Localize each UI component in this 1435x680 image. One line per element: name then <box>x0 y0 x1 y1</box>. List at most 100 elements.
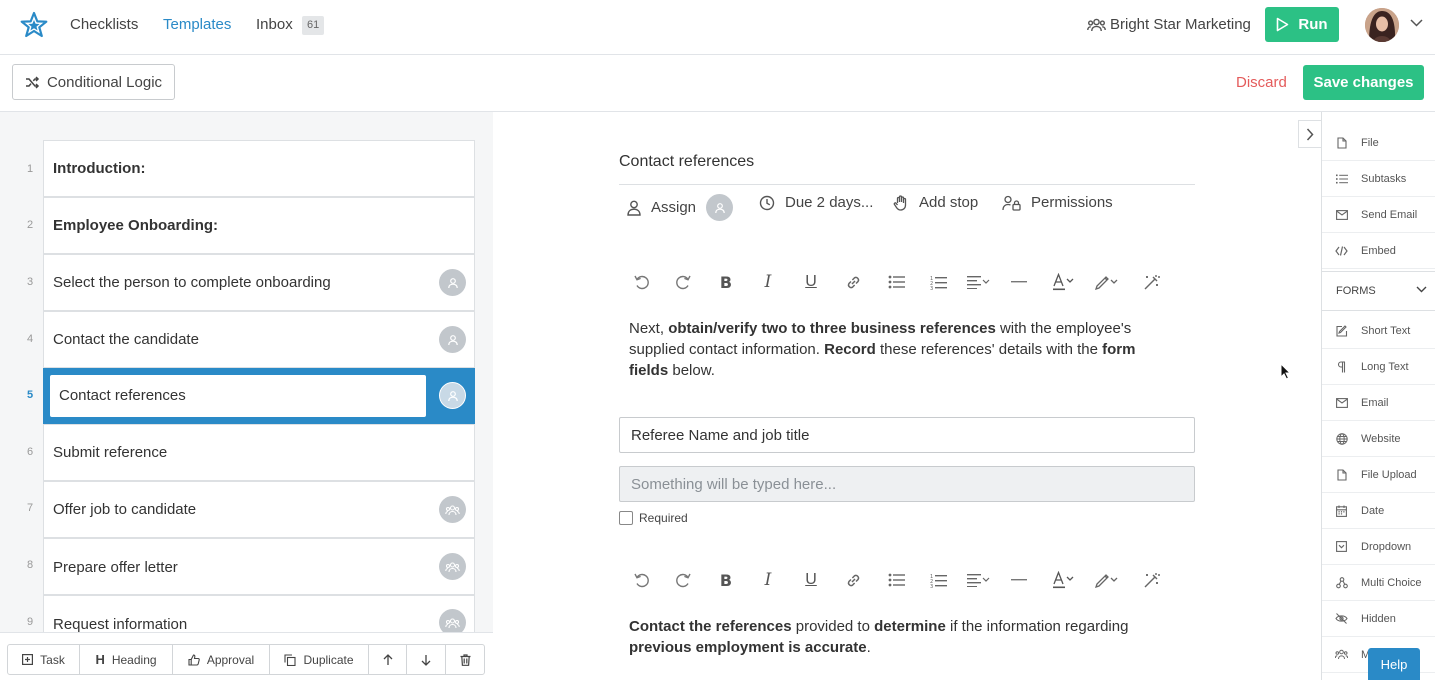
conditional-logic-label: Conditional Logic <box>46 73 163 91</box>
task-item-prepare-offer[interactable]: Prepare offer letter <box>43 538 475 595</box>
palette-item-short-text[interactable]: Short Text <box>1322 313 1435 349</box>
numbered-list-icon[interactable]: 123 <box>926 568 950 592</box>
task-item-employee-onboarding[interactable]: Employee Onboarding: <box>43 197 475 254</box>
task-item-submit-reference[interactable]: Submit reference <box>43 424 475 481</box>
nav-checklists[interactable]: Checklists <box>70 16 138 33</box>
logo-star-icon[interactable] <box>20 11 48 39</box>
link-icon[interactable] <box>841 568 865 592</box>
text-run-bold: previous employment is accurate <box>629 639 867 656</box>
add-stop-button[interactable]: Add stop <box>893 194 978 211</box>
task-outline-panel: 1 Introduction: 2 Employee Onboarding: 3… <box>0 112 493 680</box>
permissions-button[interactable]: Permissions <box>1002 194 1113 211</box>
undo-icon[interactable] <box>629 568 653 592</box>
add-task-button[interactable]: Task <box>7 644 80 675</box>
palette-item-hidden[interactable]: Hidden <box>1322 601 1435 637</box>
palette-item-label: Dropdown <box>1361 540 1412 553</box>
nav-templates[interactable]: Templates <box>163 16 231 33</box>
palette-item-file-upload[interactable]: File Upload <box>1322 457 1435 493</box>
align-dropdown-icon[interactable] <box>964 270 994 294</box>
add-heading-button[interactable]: H Heading <box>79 644 173 675</box>
required-checkbox[interactable]: Required <box>619 511 688 525</box>
bullet-list-icon[interactable] <box>884 568 908 592</box>
duplicate-button[interactable]: Duplicate <box>269 644 369 675</box>
italic-icon[interactable]: I <box>756 270 780 294</box>
horizontal-rule-icon[interactable] <box>1007 270 1031 294</box>
task-item-introduction[interactable]: Introduction: <box>43 140 475 197</box>
thumbs-up-icon <box>188 653 200 666</box>
horizontal-rule-icon[interactable] <box>1007 568 1031 592</box>
palette-item-subtasks[interactable]: Subtasks <box>1322 161 1435 197</box>
help-button[interactable]: Help <box>1368 648 1420 680</box>
organization-switcher[interactable]: Bright Star Marketing <box>1087 16 1251 33</box>
redo-icon[interactable] <box>671 270 695 294</box>
task-item-contact-references[interactable]: Contact references <box>43 368 475 424</box>
assign-button[interactable]: Assign <box>627 194 734 221</box>
move-down-button[interactable] <box>406 644 446 675</box>
palette-item-date[interactable]: Date <box>1322 493 1435 529</box>
task-description-text[interactable]: Contact the references provided to deter… <box>629 616 1169 658</box>
calendar-icon <box>1322 505 1361 517</box>
task-title-input[interactable]: Contact references <box>50 375 426 417</box>
numbered-list-icon[interactable]: 123 <box>926 270 950 294</box>
clock-icon <box>759 195 775 210</box>
form-field-preview-input[interactable]: Something will be typed here... <box>619 466 1195 502</box>
link-icon[interactable] <box>841 270 865 294</box>
task-description-text[interactable]: Next, obtain/verify two to three busines… <box>629 318 1169 381</box>
forms-section-header[interactable]: FORMS <box>1322 271 1435 311</box>
assignee-group-icon[interactable] <box>439 553 466 580</box>
redo-icon[interactable] <box>671 568 695 592</box>
clear-format-icon[interactable] <box>1139 270 1163 294</box>
task-item-offer-job[interactable]: Offer job to candidate <box>43 481 475 538</box>
file-icon <box>1322 136 1361 149</box>
bullet-list-icon[interactable] <box>884 270 908 294</box>
align-dropdown-icon[interactable] <box>964 568 994 592</box>
palette-item-embed[interactable]: Embed <box>1322 233 1435 269</box>
italic-icon[interactable]: I <box>756 568 780 592</box>
palette-item-label: Subtasks <box>1361 172 1407 185</box>
checkbox[interactable] <box>619 511 633 525</box>
palette-item-email[interactable]: Email <box>1322 385 1435 421</box>
assignee-user-icon[interactable] <box>439 382 466 409</box>
highlight-icon[interactable] <box>1092 270 1122 294</box>
save-changes-button[interactable]: Save changes <box>1303 65 1424 100</box>
discard-button[interactable]: Discard <box>1236 74 1287 91</box>
assignee-group-icon[interactable] <box>439 496 466 523</box>
clear-format-icon[interactable] <box>1139 568 1163 592</box>
undo-icon[interactable] <box>629 270 653 294</box>
task-item-select-person[interactable]: Select the person to complete onboarding <box>43 254 475 311</box>
text-color-icon[interactable] <box>1049 270 1079 294</box>
collapse-panel-button[interactable] <box>1298 120 1321 148</box>
palette-item-website[interactable]: Website <box>1322 421 1435 457</box>
palette-item-long-text[interactable]: Long Text <box>1322 349 1435 385</box>
palette-item-multi-choice[interactable]: Multi Choice <box>1322 565 1435 601</box>
palette-item-file[interactable]: File <box>1322 125 1435 161</box>
assign-label: Assign <box>651 199 697 216</box>
bold-icon[interactable]: B <box>714 568 738 592</box>
move-up-button[interactable] <box>368 644 407 675</box>
palette-item-send-email[interactable]: Send Email <box>1322 197 1435 233</box>
underline-icon[interactable]: U <box>799 270 823 294</box>
assignee-placeholder-icon[interactable] <box>706 194 734 221</box>
assignee-user-icon[interactable] <box>439 269 466 296</box>
highlight-icon[interactable] <box>1092 568 1122 592</box>
step-title[interactable]: Contact references <box>619 153 754 171</box>
task-label: Introduction: <box>53 160 146 177</box>
nav-inbox[interactable]: Inbox <box>256 16 293 33</box>
bold-icon[interactable]: B <box>714 270 738 294</box>
underline-icon[interactable]: U <box>799 568 823 592</box>
chevron-down-icon[interactable] <box>1410 19 1423 27</box>
add-approval-button[interactable]: Approval <box>172 644 270 675</box>
form-field-label-input[interactable]: Referee Name and job title <box>619 417 1195 453</box>
delete-button[interactable] <box>445 644 485 675</box>
task-number: 9 <box>26 616 34 628</box>
task-item-contact-candidate[interactable]: Contact the candidate <box>43 311 475 368</box>
text-color-icon[interactable] <box>1049 568 1079 592</box>
task-label: Request information <box>53 616 188 633</box>
due-date-button[interactable]: Due 2 days... <box>759 194 873 211</box>
palette-item-dropdown[interactable]: Dropdown <box>1322 529 1435 565</box>
rich-text-toolbar: B I U 123 <box>629 568 1169 592</box>
avatar[interactable] <box>1365 8 1399 42</box>
run-button[interactable]: Run <box>1265 7 1339 42</box>
assignee-user-icon[interactable] <box>439 326 466 353</box>
conditional-logic-button[interactable]: Conditional Logic <box>12 64 175 100</box>
